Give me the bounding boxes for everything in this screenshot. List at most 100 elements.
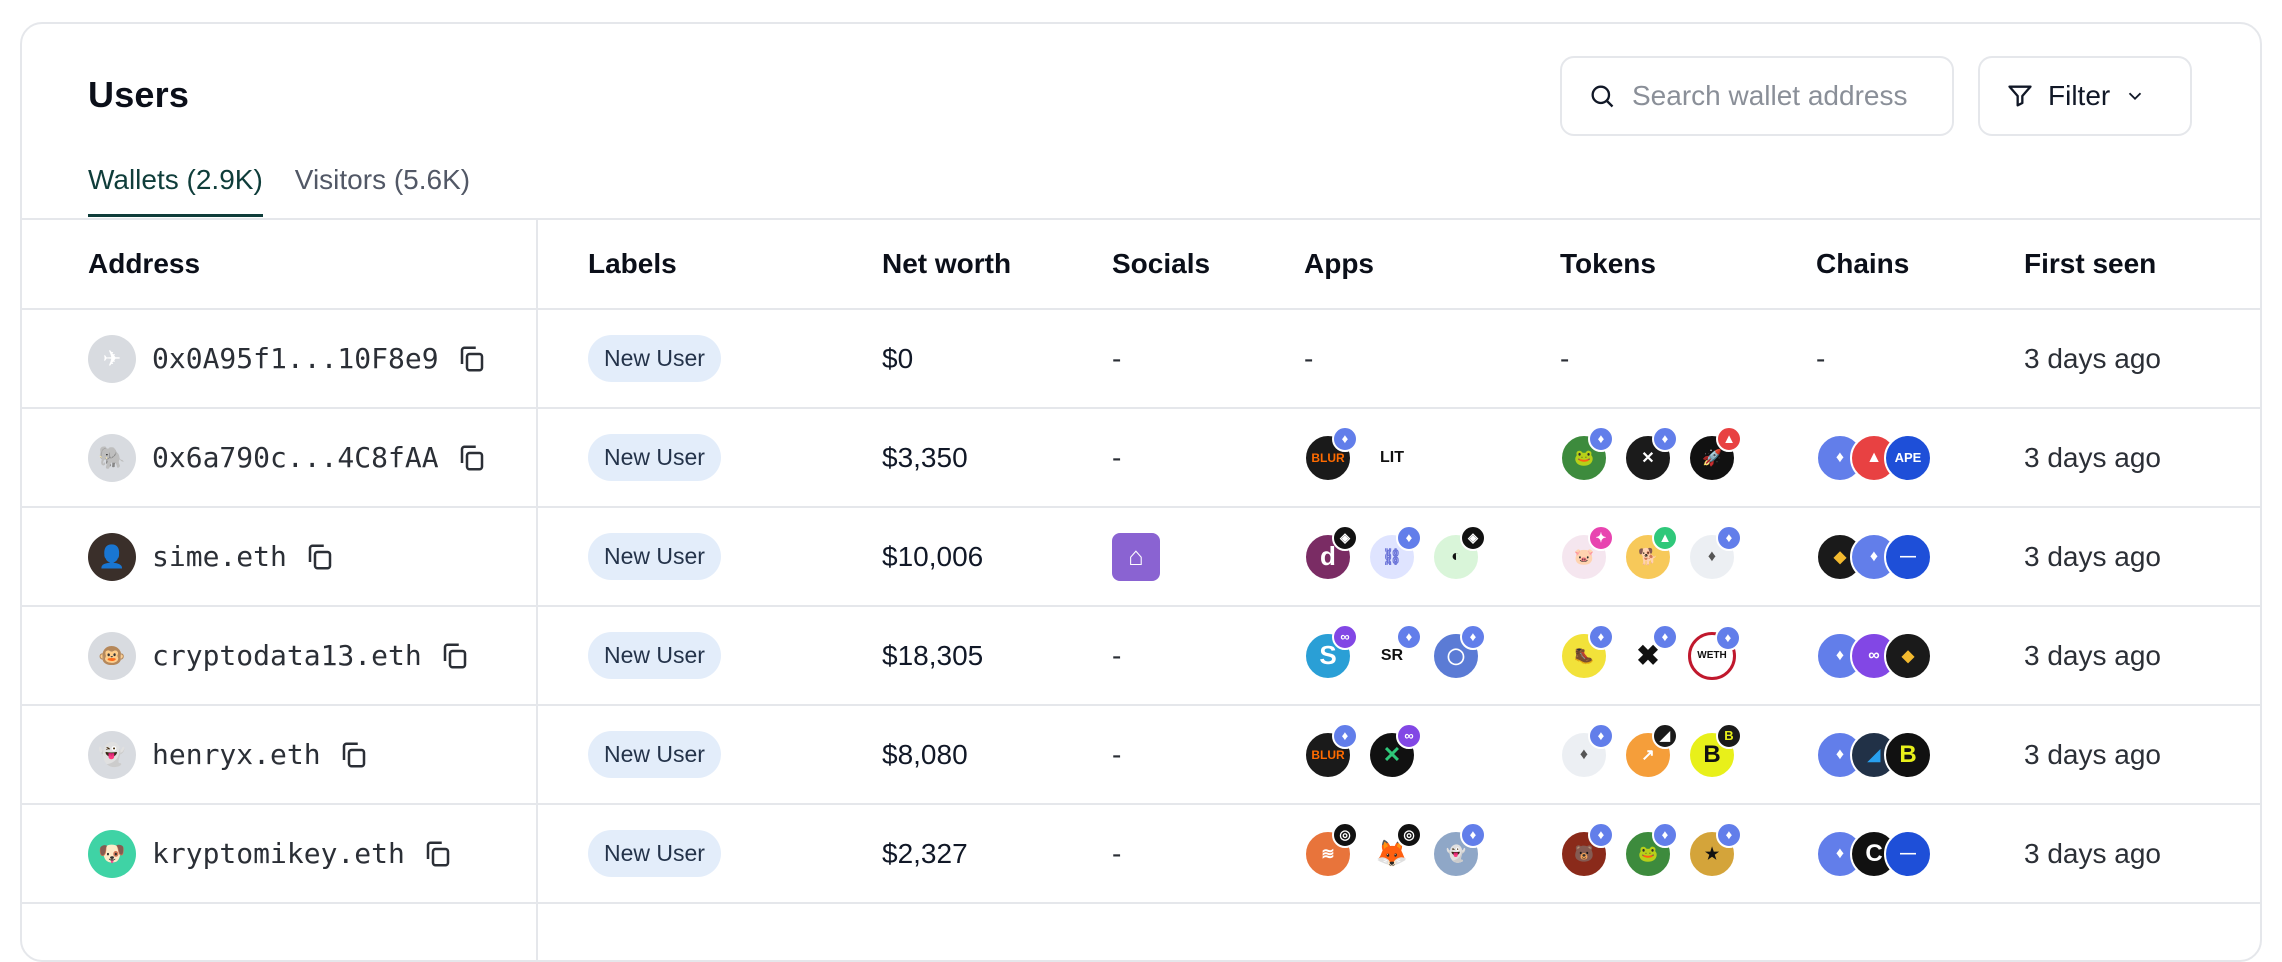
label-badge: New User — [588, 434, 721, 481]
socials-empty: - — [1112, 441, 1122, 473]
net-worth: $10,006 — [882, 540, 984, 572]
pepe-token-icon[interactable]: 🐸 ♦ — [1624, 821, 1678, 878]
copy-icon[interactable] — [457, 443, 487, 473]
apps-empty: - — [1304, 342, 1314, 374]
search-box[interactable] — [1560, 56, 1954, 136]
orange-token-icon[interactable]: ↗ ◢ — [1624, 722, 1678, 779]
base-chain-icon[interactable]: — — [1884, 829, 1932, 878]
copy-icon[interactable] — [339, 740, 369, 770]
copy-icon[interactable] — [440, 641, 470, 671]
apps-icons: d ◈ ⛓ ♦ ◐ ◈ — [1304, 508, 1486, 605]
pixel-app-icon[interactable]: ◐ ◈ — [1432, 524, 1486, 581]
yellow-token-icon[interactable]: 🥾 ♦ — [1560, 623, 1614, 680]
first-seen: 3 days ago — [2024, 441, 2161, 473]
column-header-labels[interactable]: Labels — [588, 220, 677, 308]
table-row[interactable]: 👻 henryx.eth New User $8,080 - BLUR ♦ ✕ ∞ … — [22, 704, 2260, 803]
wallet-address[interactable]: henryx.eth — [152, 738, 321, 771]
farcaster-icon[interactable]: ⌂ — [1112, 532, 1160, 581]
table-row[interactable]: 🐶 kryptomikey.eth New User $2,327 - ≋ ◎ 🦊… — [22, 803, 2260, 902]
bnb-chain-icon[interactable]: ◆ — [1884, 631, 1932, 680]
pepe-token-icon[interactable]: 🐸 ♦ — [1560, 425, 1614, 482]
users-card: Users Filter Wallets (2.9K) Visitors (5.… — [20, 22, 2262, 962]
weth-token-icon[interactable]: WETH ♦ — [1688, 624, 1741, 680]
apps-icons: BLUR ♦ LIT — [1304, 409, 1416, 506]
socials-empty: - — [1112, 342, 1122, 374]
blur-app-icon[interactable]: BLUR ♦ — [1304, 425, 1358, 482]
shiba-token-icon[interactable]: 🐕 ▲ — [1624, 524, 1678, 581]
ape-chain-icon[interactable]: APE — [1884, 433, 1932, 482]
copy-icon[interactable] — [423, 839, 453, 869]
first-seen: 3 days ago — [2024, 738, 2161, 770]
x-token-icon[interactable]: ✕ ♦ — [1624, 425, 1678, 482]
d-app-icon[interactable]: d ◈ — [1304, 524, 1358, 581]
tab-visitors[interactable]: Visitors (5.6K) — [295, 164, 470, 217]
chains-empty: - — [1816, 342, 1826, 374]
copy-icon[interactable] — [457, 344, 487, 374]
column-header-apps[interactable]: Apps — [1304, 220, 1374, 308]
tokens-empty: - — [1560, 342, 1570, 374]
ring-app-icon[interactable]: ◯ ♦ — [1432, 623, 1486, 680]
column-header-socials[interactable]: Socials — [1112, 220, 1210, 308]
copy-icon[interactable] — [305, 542, 335, 572]
search-input[interactable] — [1632, 80, 1952, 112]
first-seen: 3 days ago — [2024, 540, 2161, 572]
s-app-icon[interactable]: S ∞ — [1304, 623, 1358, 680]
avatar: 🐘 — [88, 433, 136, 482]
eth-token-icon[interactable]: ♦ ♦ — [1560, 722, 1614, 779]
base-chain-icon[interactable]: — — [1884, 532, 1932, 581]
column-header-chains[interactable]: Chains — [1816, 220, 1909, 308]
eth-token-icon[interactable]: ♦ ♦ — [1688, 524, 1742, 581]
label-badge: New User — [588, 632, 721, 679]
page-title: Users — [88, 74, 190, 115]
sunset-app-icon[interactable]: ≋ ◎ — [1304, 821, 1358, 878]
ghost-app-icon[interactable]: 👻 ♦ — [1432, 821, 1486, 878]
column-header-address[interactable]: Address — [88, 220, 200, 308]
tokens-icons: 🐸 ♦ ✕ ♦ 🚀 ▲ — [1560, 409, 1742, 506]
wallet-address[interactable]: 0x0A95f1...10F8e9 — [152, 342, 439, 375]
avatar: 👤 — [88, 532, 136, 581]
label-badge: New User — [588, 533, 721, 580]
lit-app-icon[interactable]: LIT — [1368, 433, 1416, 482]
table-row[interactable]: 🐵 cryptodata13.eth New User $18,305 - S ∞… — [22, 605, 2260, 704]
net-worth: $0 — [882, 342, 914, 374]
label-badge: New User — [588, 335, 721, 382]
wallet-address[interactable]: cryptodata13.eth — [152, 639, 422, 672]
table-row[interactable]: ✈ 0x0A95f1...10F8e9 New User $0 - - - - … — [22, 308, 2260, 407]
label-badge: New User — [588, 830, 721, 877]
tab-wallets[interactable]: Wallets (2.9K) — [88, 164, 263, 217]
chains-icons: ♦ ◢ B — [1816, 706, 1932, 803]
column-header-net-worth[interactable]: Net worth — [882, 220, 1011, 308]
net-worth: $8,080 — [882, 738, 968, 770]
column-header-tokens[interactable]: Tokens — [1560, 220, 1656, 308]
chains-icons: ♦ ▲ APE — [1816, 409, 1932, 506]
net-worth: $3,350 — [882, 441, 968, 473]
filter-button[interactable]: Filter — [1978, 56, 2192, 136]
first-seen: 3 days ago — [2024, 342, 2161, 374]
wallet-address[interactable]: sime.eth — [152, 540, 287, 573]
sr-app-icon[interactable]: SR ♦ — [1368, 623, 1422, 680]
wallet-address[interactable]: 0x6a790c...4C8fAA — [152, 441, 439, 474]
chain-link-app-icon[interactable]: ⛓ ♦ — [1368, 524, 1422, 581]
x-black-token-icon[interactable]: ✖ ♦ — [1624, 623, 1678, 680]
rocket-token-icon[interactable]: 🚀 ▲ — [1688, 425, 1742, 482]
apps-icons: S ∞ SR ♦ ◯ ♦ — [1304, 607, 1486, 704]
socials-empty: - — [1112, 738, 1122, 770]
blur-app-icon[interactable]: BLUR ♦ — [1304, 722, 1358, 779]
apps-icons: BLUR ♦ ✕ ∞ — [1304, 706, 1422, 803]
avatar: 👻 — [88, 730, 136, 779]
gold-token-icon[interactable]: ★ ♦ — [1688, 821, 1742, 878]
avatar: 🐶 — [88, 829, 136, 878]
green-x-app-icon[interactable]: ✕ ∞ — [1368, 722, 1422, 779]
tokens-icons: 🥾 ♦ ✖ ♦ WETH ♦ — [1560, 607, 1741, 704]
b-token-icon[interactable]: BB — [1688, 722, 1742, 779]
first-seen: 3 days ago — [2024, 837, 2161, 869]
blast-chain-icon[interactable]: B — [1884, 730, 1932, 779]
users-table: Address Labels Net worth Socials Apps To… — [22, 218, 2260, 960]
wallet-address[interactable]: kryptomikey.eth — [152, 837, 405, 870]
table-row[interactable]: 🐘 0x6a790c...4C8fAA New User $3,350 - BL… — [22, 407, 2260, 506]
table-row[interactable]: 👤 sime.eth New User $10,006 ⌂ d ◈ ⛓ ♦ ◐ ◈ 🐷… — [22, 506, 2260, 605]
column-header-first-seen[interactable]: First seen — [2024, 220, 2156, 308]
pink-token-icon[interactable]: 🐷 ✦ — [1560, 524, 1614, 581]
fox-app-icon[interactable]: 🦊 ◎ — [1368, 821, 1422, 878]
bear-token-icon[interactable]: 🐻 ♦ — [1560, 821, 1614, 878]
